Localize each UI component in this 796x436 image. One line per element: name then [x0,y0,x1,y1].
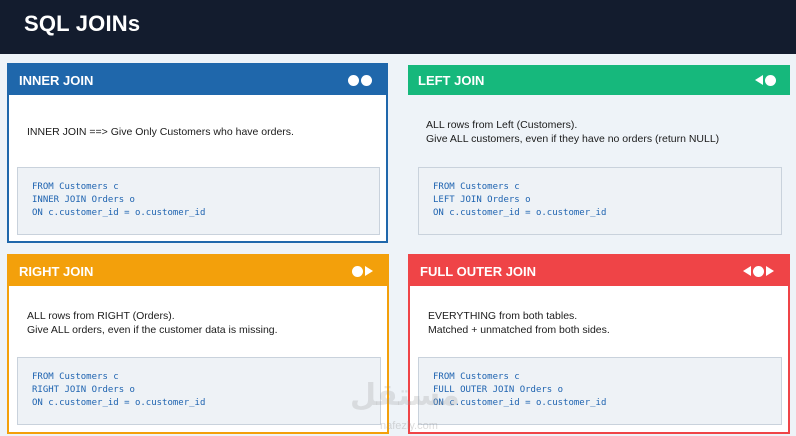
watermark-logo: مستقل [350,379,460,412]
left-arrow-circle-icon [755,74,776,86]
code-line: FROM Customers c [433,182,520,192]
code-line: INNER JOIN Orders o [32,195,135,205]
page-title: SQL JOINs [24,11,141,36]
code-line: ON c.customer_id = o.customer_id [433,398,607,408]
description-line: EVERYTHING from both tables. [428,310,578,322]
description-line: Give ALL customers, even if they have no… [426,133,720,145]
card-description: ALL rows from Left (Customers). Give ALL… [426,118,719,146]
card-description: EVERYTHING from both tables. Matched + u… [428,309,610,337]
card-title: FULL OUTER JOIN [420,264,537,279]
code-block: FROM Customers c FULL OUTER JOIN Orders … [418,357,782,425]
description-line: Give ALL orders, even if the customer da… [27,324,278,336]
card-title: RIGHT JOIN [19,264,94,279]
card-title: INNER JOIN [19,73,94,88]
top-bar: SQL JOINs [0,0,796,54]
description-line: ALL rows from Left (Customers). [426,119,578,131]
card-full-outer-join: FULL OUTER JOIN EVERYTHING from both tab… [408,254,790,434]
card-description: ALL rows from RIGHT (Orders). Give ALL o… [27,309,278,337]
code-line: FROM Customers c [433,372,520,382]
code-line: ON c.customer_id = o.customer_id [433,208,607,218]
code-line: RIGHT JOIN Orders o [32,385,135,395]
two-circles-icon [348,74,372,86]
code-block: FROM Customers c INNER JOIN Orders o ON … [17,167,380,235]
circle-right-arrow-icon [352,265,373,277]
code-line: FULL OUTER JOIN Orders o [433,385,564,395]
code-line: ON c.customer_id = o.customer_id [32,398,206,408]
card-header: INNER JOIN [9,65,386,95]
description-line: INNER JOIN ==> Give Only Customers who h… [27,126,294,138]
watermark-url: nafezly.com [380,420,438,432]
card-right-join: RIGHT JOIN ALL rows from RIGHT (Orders).… [7,254,389,434]
code-block: FROM Customers c LEFT JOIN Orders o ON c… [418,167,782,235]
card-header: FULL OUTER JOIN [410,256,788,286]
code-line: ON c.customer_id = o.customer_id [32,208,206,218]
description-line: Matched + unmatched from both sides. [428,324,610,336]
card-inner-join: INNER JOIN INNER JOIN ==> Give Only Cust… [7,63,388,243]
card-left-join: LEFT JOIN ALL rows from Left (Customers)… [408,65,790,241]
code-block: FROM Customers c RIGHT JOIN Orders o ON … [17,357,381,425]
code-line: LEFT JOIN Orders o [433,195,531,205]
card-title: LEFT JOIN [418,73,485,88]
code-line: FROM Customers c [32,372,119,382]
card-description: INNER JOIN ==> Give Only Customers who h… [27,125,294,139]
card-header: RIGHT JOIN [9,256,387,286]
card-header: LEFT JOIN [408,65,790,95]
code-line: FROM Customers c [32,182,119,192]
description-line: ALL rows from RIGHT (Orders). [27,310,175,322]
both-arrows-circle-icon [743,265,774,277]
